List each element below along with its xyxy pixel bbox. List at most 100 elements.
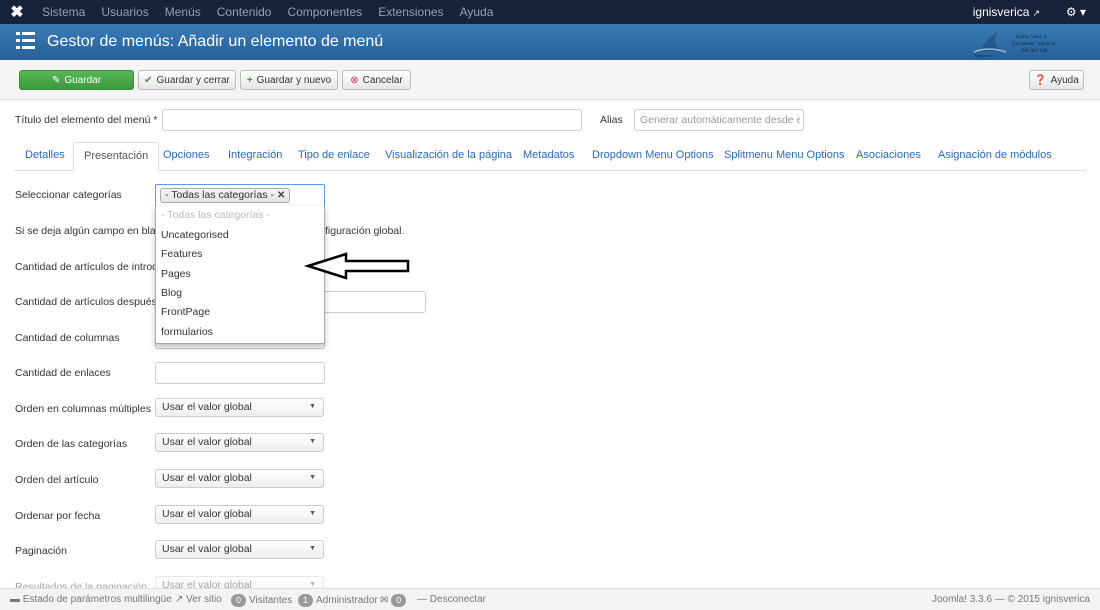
save-button[interactable]: ✎ Guardar [19, 70, 134, 90]
tab-integracion[interactable]: Integración [228, 142, 282, 171]
menu-list-icon [16, 32, 36, 50]
tab-presentacion[interactable]: Presentación [73, 142, 160, 171]
dropdown-option-blog[interactable]: Blog [161, 287, 182, 299]
joomla-logo-icon[interactable]: ✖ [0, 0, 34, 24]
menu-componentes[interactable]: Componentes [279, 0, 370, 24]
tab-opciones[interactable]: Opciones [163, 142, 209, 171]
menu-ayuda[interactable]: Ayuda [452, 0, 502, 24]
category-order-value: Usar el valor global [162, 436, 252, 448]
logout-label: Desconectar [429, 594, 486, 605]
select-categories-label: Seleccionar categorías [15, 189, 122, 201]
categories-multiselect[interactable]: - Todas las categorías - ✕ [155, 184, 325, 207]
svg-text:Emilio Valor, 5: Emilio Valor, 5 [1016, 35, 1047, 40]
page-title: Gestor de menús: Añadir un elemento de m… [47, 33, 384, 50]
menu-sistema[interactable]: Sistema [34, 0, 93, 24]
multi-column-order-value: Usar el valor global [162, 401, 252, 413]
external-link-icon: ↗ [1032, 8, 1040, 18]
page-header: Gestor de menús: Añadir un elemento de m… [0, 24, 1100, 60]
tab-bar: Detalles Presentación Opciones Integraci… [14, 142, 1086, 171]
tab-asignacion-modulos[interactable]: Asignación de módulos [938, 142, 1052, 171]
multilang-status[interactable]: ▬ Estado de parámetros multilingüe [10, 594, 172, 605]
title-label: Título del elemento del menú * [15, 114, 158, 126]
cancel-button[interactable]: ⊗ Cancelar [342, 70, 411, 90]
selected-category-tag[interactable]: - Todas las categorías - ✕ [160, 188, 291, 203]
dropdown-option-frontpage[interactable]: FrontPage [161, 306, 210, 318]
messages-status: ✉ 0 [380, 594, 409, 607]
after-articles-input[interactable] [324, 291, 426, 313]
links-input[interactable] [155, 362, 325, 384]
menu-usuarios[interactable]: Usuarios [93, 0, 156, 24]
article-order-label: Orden del artículo [15, 474, 99, 486]
cancel-circle-icon: ⊗ [350, 74, 359, 86]
tab-tipo-enlace[interactable]: Tipo de enlace [298, 142, 370, 171]
pagination-select[interactable]: Usar el valor global ▼ [155, 540, 324, 559]
caret-down-icon: ▼ [309, 510, 316, 517]
menu-menus[interactable]: Menús [157, 0, 209, 24]
svg-text:605 987 168: 605 987 168 [1022, 49, 1048, 54]
user-settings-gear-icon[interactable]: ⚙ ▾ [1066, 0, 1086, 24]
alias-placeholder: Generar automáticamente desde el [640, 114, 800, 126]
multilang-label: Estado de parámetros multilingüe [22, 594, 172, 605]
comment-icon: ▬ [10, 594, 23, 605]
save-close-button[interactable]: ✔ Guardar y cerrar [138, 70, 236, 90]
user-site-link[interactable]: ignisverica ↗ [973, 0, 1040, 25]
title-input[interactable] [162, 109, 582, 131]
date-order-label: Ordenar por fecha [15, 510, 101, 522]
tab-dropdown-menu-options[interactable]: Dropdown Menu Options [592, 142, 714, 171]
article-order-value: Usar el valor global [162, 472, 252, 484]
intro-articles-label: Cantidad de artículos de introdu [15, 261, 164, 273]
dropdown-option-formularios[interactable]: formularios [161, 326, 213, 338]
user-name: ignisverica [972, 5, 1030, 19]
version-text: Joomla! 3.3.6 — © 2015 ignisverica [931, 594, 1090, 605]
top-navbar: ✖ Sistema Usuarios Menús Contenido Compo… [0, 0, 1100, 24]
tab-detalles[interactable]: Detalles [25, 142, 65, 171]
pagination-value: Usar el valor global [162, 543, 252, 555]
category-order-select[interactable]: Usar el valor global ▼ [155, 433, 324, 452]
view-site-label: Ver sitio [186, 594, 222, 605]
visitors-label: Visitantes [249, 595, 293, 606]
save-label: Guardar [64, 74, 102, 86]
dropdown-option-pages[interactable]: Pages [161, 268, 191, 280]
check-icon: ✔ [144, 74, 153, 86]
edit-icon: ✎ [51, 74, 61, 86]
save-new-button[interactable]: + Guardar y nuevo [240, 70, 338, 90]
save-close-label: Guardar y cerrar [156, 74, 230, 86]
caret-down-icon: ▼ [309, 474, 316, 481]
minus-icon: — [417, 594, 430, 605]
admins-badge: 1 [298, 594, 314, 607]
cancel-label: Cancelar [362, 74, 403, 86]
view-site-link[interactable]: ↗ Ver sitio [175, 594, 222, 605]
date-order-select[interactable]: Usar el valor global ▼ [155, 505, 324, 524]
toolbar: ✎ Guardar ✔ Guardar y cerrar + Guardar y nu… [0, 60, 1100, 100]
plus-icon: + [246, 74, 253, 86]
multi-column-order-select[interactable]: Usar el valor global ▼ [155, 398, 324, 417]
admins-label: Administrador [316, 595, 378, 606]
article-order-select[interactable]: Usar el valor global ▼ [155, 469, 324, 488]
top-menu: Sistema Usuarios Menús Contenido Compone… [34, 0, 501, 24]
menu-contenido[interactable]: Contenido [209, 0, 280, 24]
external-link-icon: ↗ [175, 594, 187, 605]
envelope-icon: ✉ [380, 595, 392, 606]
tab-splitmenu-menu-options[interactable]: Splitmenu Menu Options [724, 142, 844, 171]
caret-down-icon: ▼ [309, 403, 316, 410]
alias-input[interactable]: Generar automáticamente desde el [634, 109, 804, 131]
tab-metadatos[interactable]: Metadatos [523, 142, 574, 171]
svg-text:Carcaixent · Valencia: Carcaixent · Valencia [1012, 42, 1056, 47]
messages-badge: 0 [391, 594, 407, 607]
dropdown-option-uncategorised[interactable]: Uncategorised [161, 229, 229, 241]
help-button[interactable]: ❓ Ayuda [1029, 70, 1084, 90]
admins-status: 1 Administrador [298, 594, 378, 607]
logout-link[interactable]: — Desconectar [417, 594, 486, 605]
dropdown-option-all: - Todas las categorías - [161, 209, 270, 221]
caret-down-icon: ▼ [309, 438, 316, 445]
tab-asociaciones[interactable]: Asociaciones [856, 142, 921, 171]
tab-visualizacion-pagina[interactable]: Visualización de la página [385, 142, 512, 171]
remove-tag-icon[interactable]: ✕ [277, 190, 285, 201]
menu-extensiones[interactable]: Extensiones [370, 0, 451, 24]
dropdown-option-features[interactable]: Features [161, 248, 202, 260]
brand-logo: Ignisverica Emilio Valor, 5 Carcaixent ·… [973, 32, 1056, 58]
svg-text:Ignisverica: Ignisverica [975, 53, 993, 58]
pagination-label: Paginación [15, 545, 67, 557]
question-circle-icon: ❓ [1034, 74, 1047, 86]
global-note-left: Si se deja algún campo en blan [15, 225, 162, 237]
